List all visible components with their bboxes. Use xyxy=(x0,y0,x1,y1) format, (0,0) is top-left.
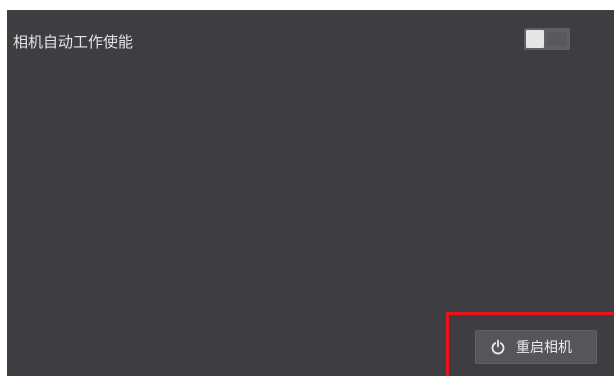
restart-camera-label: 重启相机 xyxy=(516,340,572,356)
auto-work-enable-toggle[interactable] xyxy=(524,28,570,50)
toggle-knob xyxy=(526,30,544,48)
power-restart-icon xyxy=(490,339,506,355)
camera-settings-panel: 相机自动工作使能 重启相机 xyxy=(7,10,614,376)
toggle-track xyxy=(547,32,567,46)
auto-work-enable-label: 相机自动工作使能 xyxy=(13,33,134,51)
restart-camera-button[interactable]: 重启相机 xyxy=(475,330,597,364)
